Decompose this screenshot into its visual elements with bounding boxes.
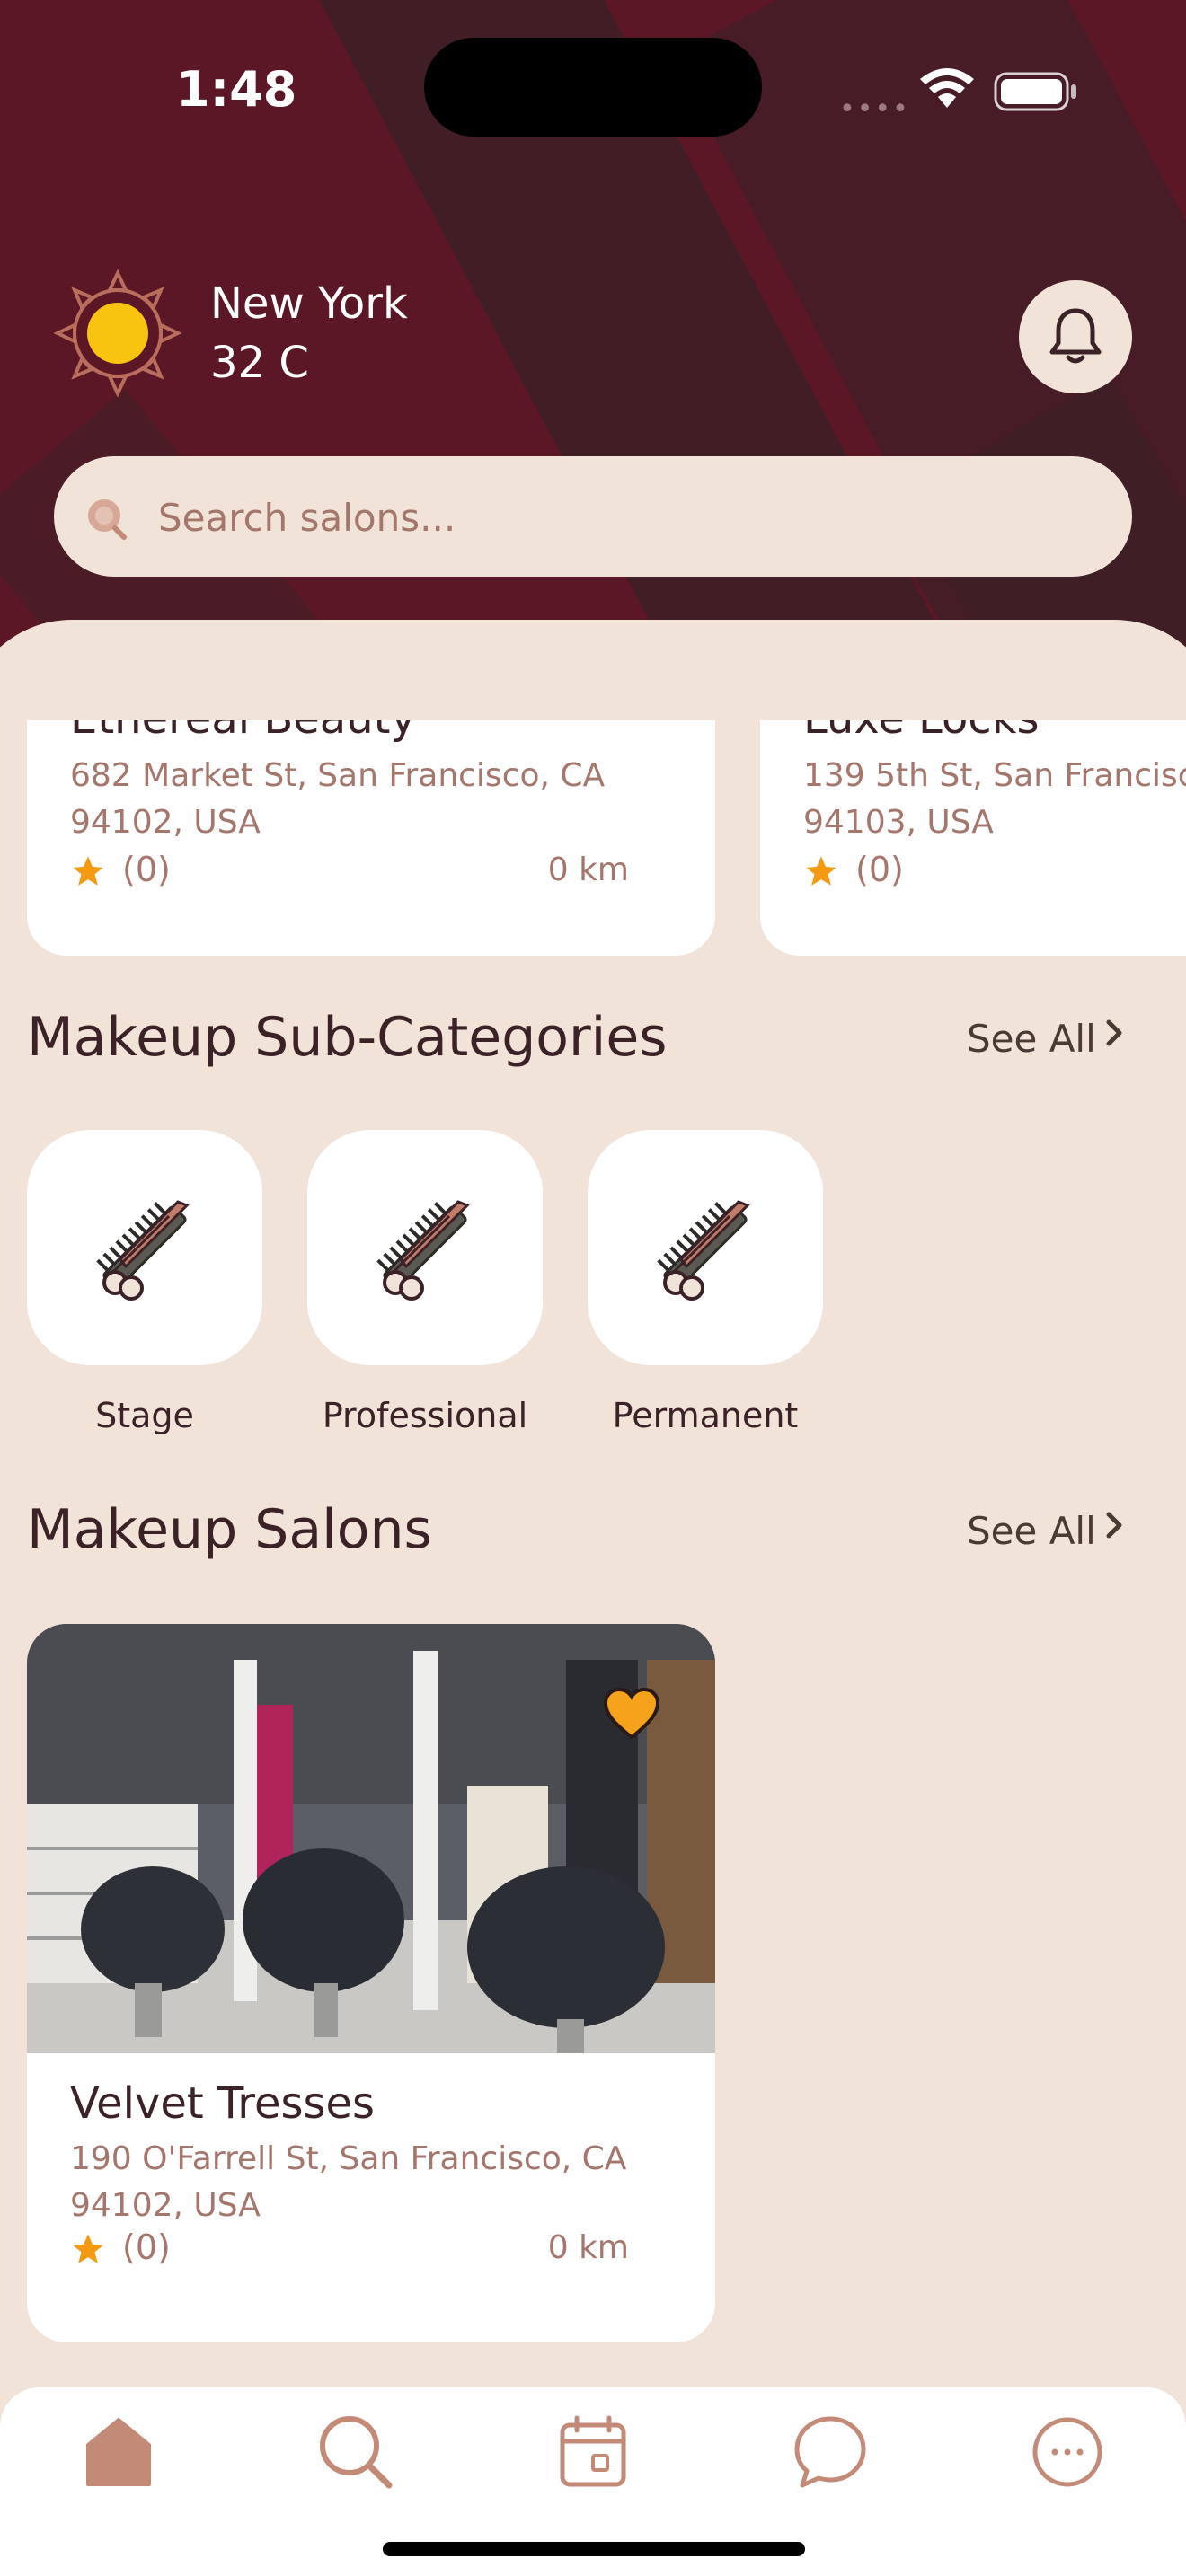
salon-name: Ethereal Beauty [70,720,416,744]
search-input[interactable] [156,483,1094,551]
subcategory-label: Permanent [612,1396,799,1435]
tab-more[interactable] [1022,2407,1112,2497]
wifi-icon [920,68,974,108]
signal-icon: •••• [839,93,910,125]
subcategory-professional[interactable] [307,1130,543,1365]
chat-bubble-icon [794,2416,866,2488]
more-icon [1032,2417,1102,2487]
scissors-comb-icon [376,1200,470,1301]
search-bar[interactable] [54,456,1132,577]
star-icon [73,2234,103,2263]
calendar-icon [560,2415,626,2487]
salon-name: Velvet Tresses [70,2078,376,2129]
temperature: 32 C [210,338,309,388]
scissors-comb-icon [657,1200,750,1301]
salon-rating: (0) [122,2228,171,2267]
status-bar: 1:48 •••• [0,38,1186,137]
search-icon [88,499,127,540]
salon-card[interactable]: Ethereal Beauty 682 Market St, San Franc… [27,720,715,956]
star-icon [806,856,836,886]
salons-title: Makeup Salons [27,1498,432,1561]
scissors-comb-icon [96,1200,190,1301]
salon-address: 682 Market St, San Francisco, CA 94102, … [70,757,606,841]
salon-distance: 0 km [547,851,629,888]
subcategories-see-all[interactable]: See All [967,1017,1122,1061]
tab-home[interactable] [74,2407,164,2497]
home-icon [86,2418,151,2486]
favorite-heart-icon[interactable] [602,1687,661,1741]
salon-name: Luxe Locks [803,720,1040,744]
dynamic-island [424,38,762,137]
salon-rating: (0) [122,850,171,889]
salon-rating: (0) [855,850,904,889]
salon-distance: 0 km [547,2229,629,2266]
see-all-label: See All [967,1509,1096,1553]
tab-search[interactable] [311,2407,401,2497]
subcategory-stage[interactable] [27,1130,262,1365]
notifications-button[interactable] [1019,280,1132,393]
status-time: 1:48 [176,61,297,118]
home-indicator [383,2542,805,2556]
salon-address: 190 O'Farrell St, San Francisco, CA 9410… [70,2140,627,2224]
tab-bookings[interactable] [548,2407,638,2497]
subcategory-label: Stage [95,1396,194,1435]
subcategory-permanent[interactable] [588,1130,823,1365]
subcategory-label: Professional [322,1396,528,1435]
battery-icon [994,72,1076,111]
salons-see-all[interactable]: See All [967,1509,1122,1553]
see-all-label: See All [967,1017,1096,1061]
salon-card[interactable]: Luxe Locks 139 5th St, San Francisco, CA… [760,720,1186,956]
chevron-right-icon [1106,1019,1122,1046]
location-city: New York [210,278,408,329]
star-icon [73,856,103,886]
salon-card[interactable]: Velvet Tresses 190 O'Farrell St, San Fra… [27,1624,715,2342]
content-scroll[interactable]: Ethereal Beauty 682 Market St, San Franc… [0,720,1186,2387]
salon-address: 139 5th St, San Francisco, CA 94103, USA [803,757,1186,841]
subcategories-title: Makeup Sub-Categories [27,1006,668,1069]
bell-icon [1049,308,1102,364]
search-icon [320,2416,393,2489]
sun-icon [53,269,182,398]
tab-chat[interactable] [785,2407,875,2497]
chevron-right-icon [1106,1512,1122,1539]
